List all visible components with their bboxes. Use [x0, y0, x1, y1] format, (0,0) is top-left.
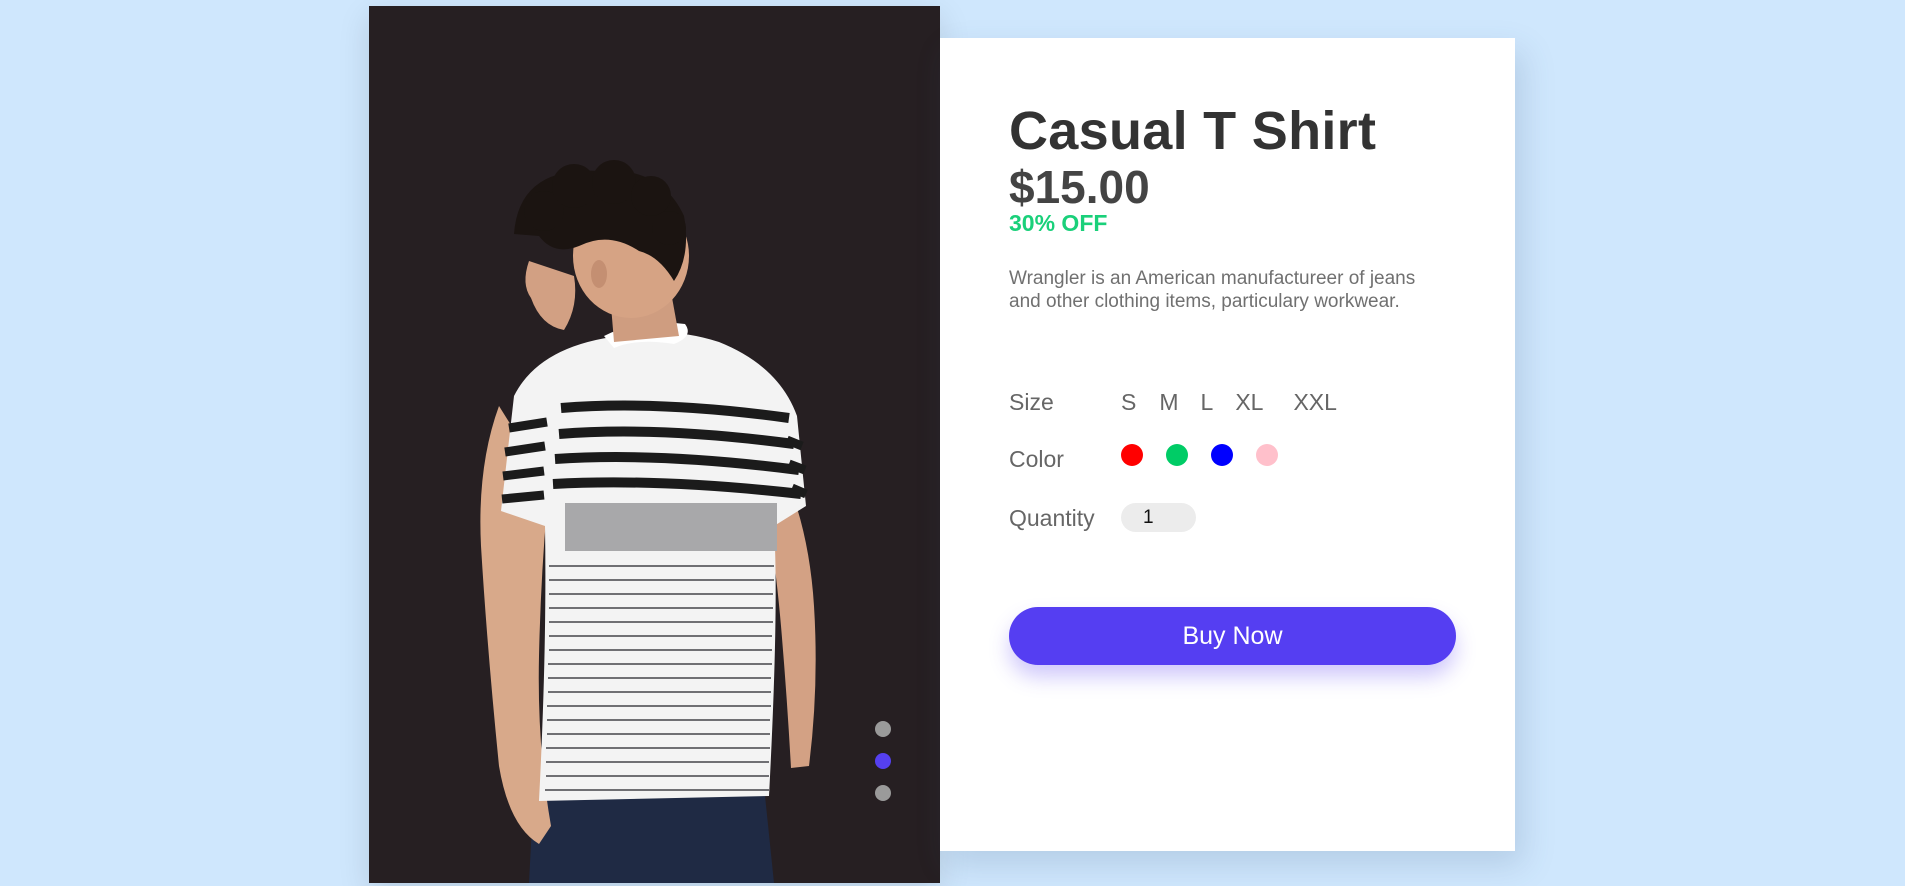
product-price: $15.00 [1009, 161, 1150, 213]
quantity-label: Quantity [1009, 505, 1095, 531]
carousel-dot-3[interactable] [875, 785, 891, 801]
size-option-xl[interactable]: XL [1235, 389, 1263, 416]
size-options: S M L XL XXL [1121, 389, 1337, 416]
buy-now-button[interactable]: Buy Now [1009, 607, 1456, 665]
size-option-l[interactable]: L [1201, 389, 1214, 416]
carousel-dot-2[interactable] [875, 753, 891, 769]
product-description: Wrangler is an American manufactureer of… [1009, 268, 1416, 312]
color-swatch-green[interactable] [1166, 444, 1188, 466]
size-option-m[interactable]: M [1159, 389, 1178, 416]
color-swatch-red[interactable] [1121, 444, 1143, 466]
product-title: Casual T Shirt [1009, 101, 1377, 161]
color-label: Color [1009, 446, 1064, 472]
color-options [1121, 444, 1278, 466]
color-swatch-pink[interactable] [1256, 444, 1278, 466]
size-option-xxl[interactable]: XXL [1293, 389, 1336, 416]
size-option-s[interactable]: S [1121, 389, 1136, 416]
color-swatch-blue[interactable] [1211, 444, 1233, 466]
quantity-input[interactable] [1121, 503, 1196, 532]
product-image-panel [369, 6, 940, 883]
carousel-dots [875, 721, 891, 801]
page: Casual T Shirt $15.00 30% OFF Wrangler i… [0, 0, 1905, 886]
carousel-dot-1[interactable] [875, 721, 891, 737]
discount-badge: 30% OFF [1009, 210, 1108, 236]
product-photo [369, 6, 940, 883]
product-info-card: Casual T Shirt $15.00 30% OFF Wrangler i… [940, 38, 1515, 851]
size-label: Size [1009, 389, 1054, 415]
